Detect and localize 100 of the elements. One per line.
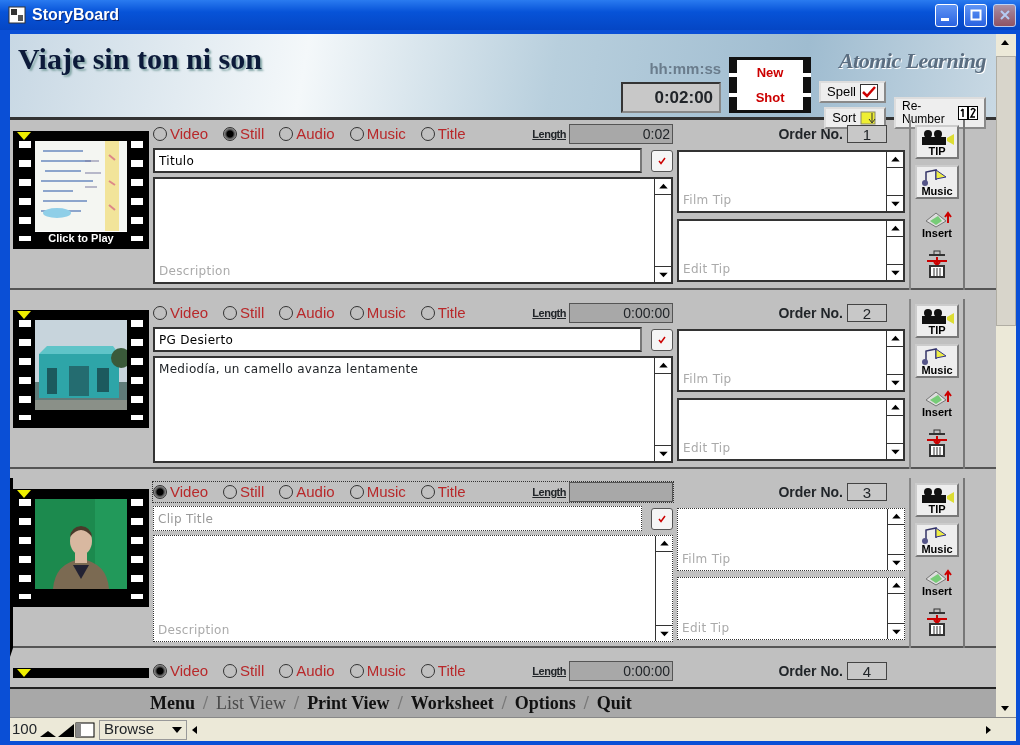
separator: / (203, 691, 208, 715)
description-field[interactable]: Description (153, 177, 673, 284)
description-field[interactable]: Mediodía, un camello avanza lentamente (153, 356, 673, 463)
tool-button[interactable]: Insert (915, 205, 959, 239)
order-number: 2 (847, 304, 887, 322)
scrollbar[interactable] (887, 578, 904, 639)
scrollbar[interactable] (655, 536, 672, 641)
scrollbar[interactable] (654, 358, 671, 461)
spell-button[interactable]: Spell (819, 81, 886, 103)
separator: / (501, 691, 507, 715)
menu-link[interactable]: Print View (307, 689, 390, 717)
placeholder: Film Tip (681, 551, 732, 568)
spell-checkbox[interactable] (651, 149, 673, 172)
mode-dropdown[interactable]: Browse (99, 719, 188, 740)
media-radio[interactable]: Title (420, 659, 466, 683)
scrollbar[interactable] (886, 152, 903, 211)
media-radio[interactable]: Video (153, 659, 209, 683)
new-shot-button[interactable]: New Shot (729, 57, 812, 113)
tool-button[interactable]: TIP (915, 304, 959, 338)
media-radio[interactable]: Audio (279, 122, 335, 146)
scrollbar[interactable] (887, 509, 904, 570)
length-label: Length (532, 126, 566, 142)
placeholder: Film Tip (682, 371, 733, 388)
media-radio[interactable]: Music (349, 122, 406, 146)
placeholder: Edit Tip (681, 620, 731, 637)
camera-icon (920, 129, 954, 146)
number-icon (958, 105, 978, 120)
tool-button[interactable]: Insert (915, 563, 959, 597)
play-caption[interactable]: Click to Play (35, 231, 127, 246)
tool-button[interactable]: Music (915, 344, 959, 378)
media-radio[interactable]: Title (420, 301, 466, 325)
media-radio[interactable]: Still (223, 659, 265, 683)
edit-tip-field[interactable]: Edit Tip (677, 398, 905, 461)
order-label: Order No. (778, 482, 843, 502)
media-radio[interactable]: Music (349, 301, 406, 325)
title-field[interactable]: Clip Title (153, 506, 642, 531)
logo: Atomic Learning (838, 47, 986, 75)
media-radio[interactable]: Audio (279, 659, 335, 683)
camera-icon (920, 308, 954, 325)
time-label: hh:mm:ss (649, 59, 722, 79)
media-radio[interactable]: Still (223, 122, 265, 146)
media-radio[interactable]: Video (153, 122, 209, 146)
zoom-level: 100 (11, 719, 39, 740)
media-radio[interactable]: Video (153, 480, 209, 504)
media-radio[interactable]: Title (420, 480, 466, 504)
scrollbar[interactable] (886, 331, 903, 390)
window-title: StoryBoard (32, 5, 121, 25)
menu-link[interactable]: Options (514, 689, 576, 717)
layout-icon[interactable] (75, 721, 96, 738)
menu-link[interactable]: Quit (596, 689, 632, 717)
media-radio[interactable]: Video (153, 301, 209, 325)
tool-button[interactable]: Music (915, 523, 959, 557)
separator: / (583, 691, 589, 715)
media-radio[interactable]: Music (349, 480, 406, 504)
media-radio[interactable]: Still (223, 480, 265, 504)
minimize-button[interactable] (935, 3, 958, 27)
caret-icon (172, 726, 183, 733)
maximize-icon (969, 9, 982, 21)
title-field[interactable]: Titulo (153, 148, 642, 173)
order-label: Order No. (778, 661, 843, 681)
edit-tip-field[interactable]: Edit Tip (677, 219, 905, 282)
maximize-button[interactable] (964, 3, 987, 27)
title-field[interactable]: PG Desierto (153, 327, 642, 352)
close-button[interactable] (993, 3, 1016, 27)
tool-button[interactable]: TIP (915, 483, 959, 517)
media-radio[interactable]: Audio (279, 301, 335, 325)
film-tip-field[interactable]: Film Tip (677, 508, 905, 571)
media-radio[interactable]: Title (420, 122, 466, 146)
scroll-thumb[interactable] (996, 56, 1016, 326)
close-icon (998, 9, 1011, 21)
media-radio[interactable]: Still (223, 301, 265, 325)
app-icon (8, 6, 26, 24)
scrollbar[interactable] (654, 179, 671, 282)
marker-icon (17, 669, 31, 677)
tool-button[interactable]: TIP (915, 125, 959, 159)
zoom-in-icon[interactable] (57, 721, 76, 738)
tool-button[interactable]: Insert (915, 384, 959, 418)
menu-link[interactable]: Worksheet (410, 689, 494, 717)
spell-checkbox[interactable] (651, 328, 673, 351)
scrollbar[interactable] (886, 400, 903, 459)
edit-tip-field[interactable]: Edit Tip (677, 577, 905, 640)
description-field[interactable]: Description (153, 535, 673, 642)
marker-icon (17, 311, 31, 319)
spell-checkbox[interactable] (651, 507, 673, 530)
menu-link[interactable]: Menu (150, 689, 195, 717)
media-radio[interactable]: Music (349, 659, 406, 683)
scrollbar[interactable] (996, 34, 1016, 717)
media-radio[interactable]: Audio (279, 480, 335, 504)
film-strip[interactable]: Click to Play (13, 131, 149, 249)
placeholder: Edit Tip (682, 261, 732, 278)
minimize-icon (941, 18, 949, 21)
film-tip-field[interactable]: Film Tip (677, 329, 905, 392)
film-strip[interactable] (13, 489, 149, 607)
film-tip-field[interactable]: Film Tip (677, 150, 905, 213)
scrollbar[interactable] (886, 221, 903, 280)
marker-icon (17, 132, 31, 140)
length-field: 0:00:00 (569, 661, 673, 681)
renumber-button[interactable]: Re-Number (894, 96, 986, 129)
film-strip[interactable] (13, 310, 149, 428)
tool-button[interactable]: Music (915, 165, 959, 199)
